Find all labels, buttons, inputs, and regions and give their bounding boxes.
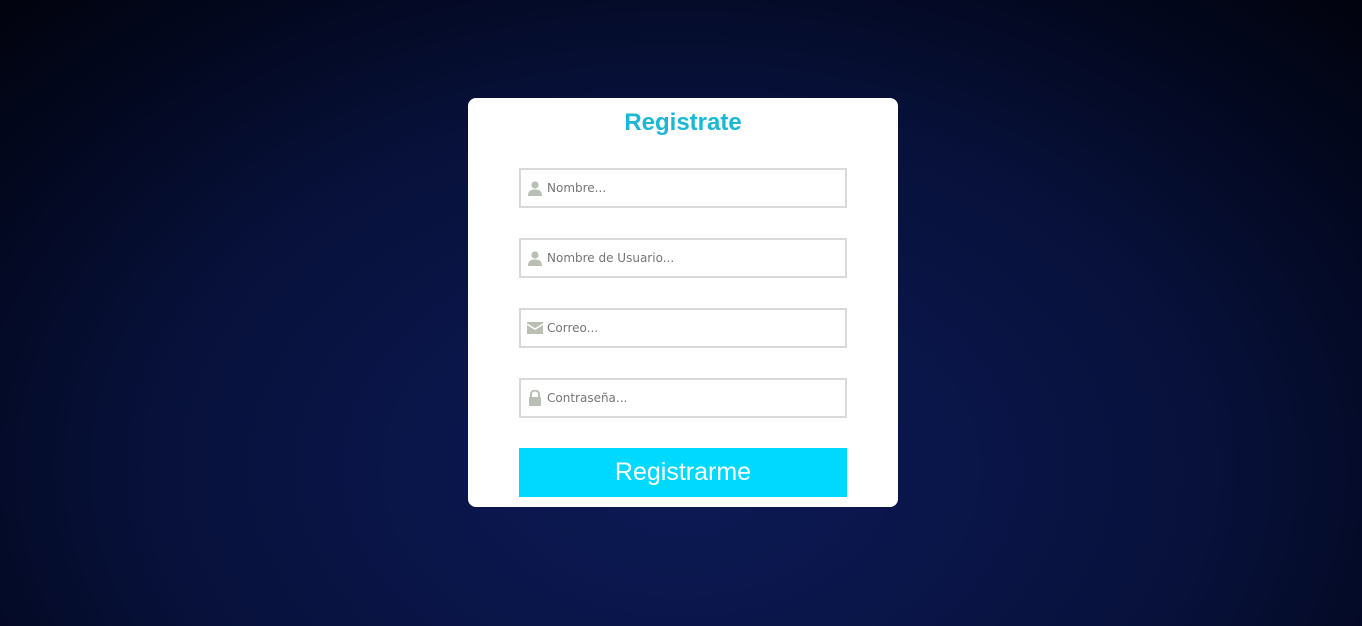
lock-icon [527,390,543,406]
correo-field [519,308,847,348]
nombre-field [519,168,847,208]
user-icon [527,250,543,266]
nombre-input[interactable] [547,173,837,203]
contrasena-field [519,378,847,418]
form-title: Registrate [624,109,742,136]
contrasena-input[interactable] [547,383,837,413]
user-icon [527,180,543,196]
usuario-field [519,238,847,278]
correo-input[interactable] [547,313,837,343]
register-button[interactable]: Registrarme [519,448,847,497]
register-card: Registrate Nombre... Nombre de Usuario..… [468,98,898,507]
envelope-icon [527,320,543,336]
usuario-input[interactable] [547,243,837,273]
